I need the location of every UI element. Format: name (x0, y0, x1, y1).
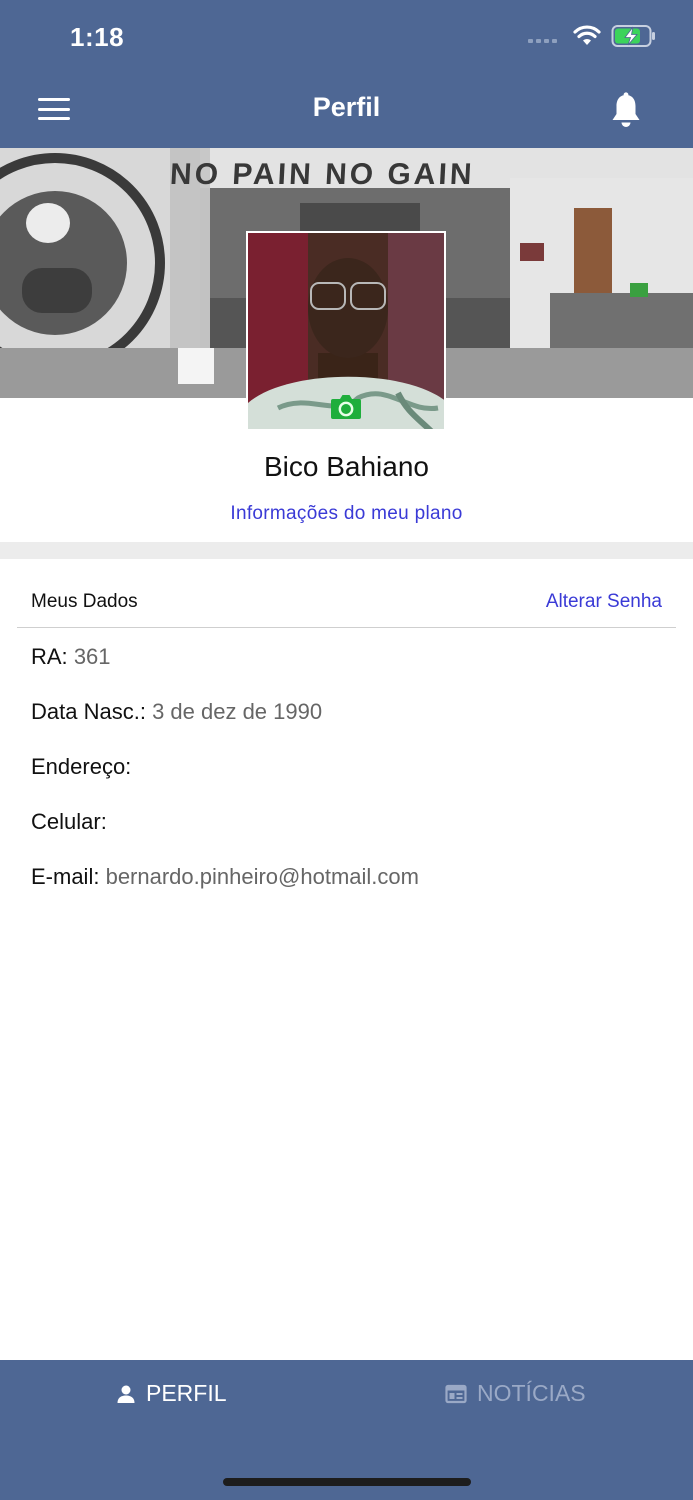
field-email: E-mail: bernardo.pinheiro@hotmail.com (31, 864, 419, 890)
change-photo-button[interactable] (330, 394, 362, 420)
status-icons (528, 24, 657, 48)
profile-name: Bico Bahiano (263, 451, 429, 482)
app-header: 1:18 Perfil (0, 0, 693, 148)
field-birthdate: Data Nasc.: 3 de dez de 1990 (31, 699, 322, 725)
change-password-link[interactable]: Alterar Senha (546, 591, 662, 613)
status-time: 1:18 (70, 22, 125, 52)
section-title: Meus Dados (31, 591, 138, 612)
bell-icon (612, 92, 640, 127)
plan-info-link[interactable]: Informações do meu plano (0, 503, 693, 525)
field-label: E-mail: (31, 864, 100, 889)
tab-noticias[interactable]: NOTÍCIAS (445, 1380, 586, 1407)
wifi-icon (573, 25, 601, 45)
signal-icon (528, 39, 557, 43)
field-label: Endereço: (31, 754, 132, 779)
notifications-button[interactable] (608, 92, 644, 130)
tab-label: NOTÍCIAS (477, 1380, 586, 1406)
field-value: bernardo.pinheiro@hotmail.com (105, 864, 419, 889)
tab-perfil[interactable]: PERFIL (116, 1380, 227, 1407)
camera-icon (331, 395, 361, 419)
field-ra: RA: 361 (31, 644, 111, 670)
home-indicator (223, 1478, 471, 1486)
field-label: RA: (31, 644, 68, 669)
battery-charging-icon (611, 25, 655, 47)
section-divider (17, 627, 676, 628)
bottom-tab-bar: PERFIL NOTÍCIAS (0, 1360, 693, 1500)
field-address: Endereço: (31, 754, 131, 780)
field-value: 3 de dez de 1990 (152, 699, 323, 724)
section-separator (0, 542, 693, 559)
field-label: Data Nasc.: (31, 699, 146, 724)
field-phone: Celular: (31, 809, 107, 835)
tab-label: PERFIL (146, 1380, 227, 1406)
cover-slogan: NO PAIN NO GAIN (169, 158, 476, 191)
field-label: Celular: (31, 809, 107, 834)
person-icon (117, 1385, 135, 1403)
newspaper-icon (445, 1384, 467, 1403)
page-title: Perfil (312, 92, 381, 122)
field-value: 361 (73, 644, 111, 669)
